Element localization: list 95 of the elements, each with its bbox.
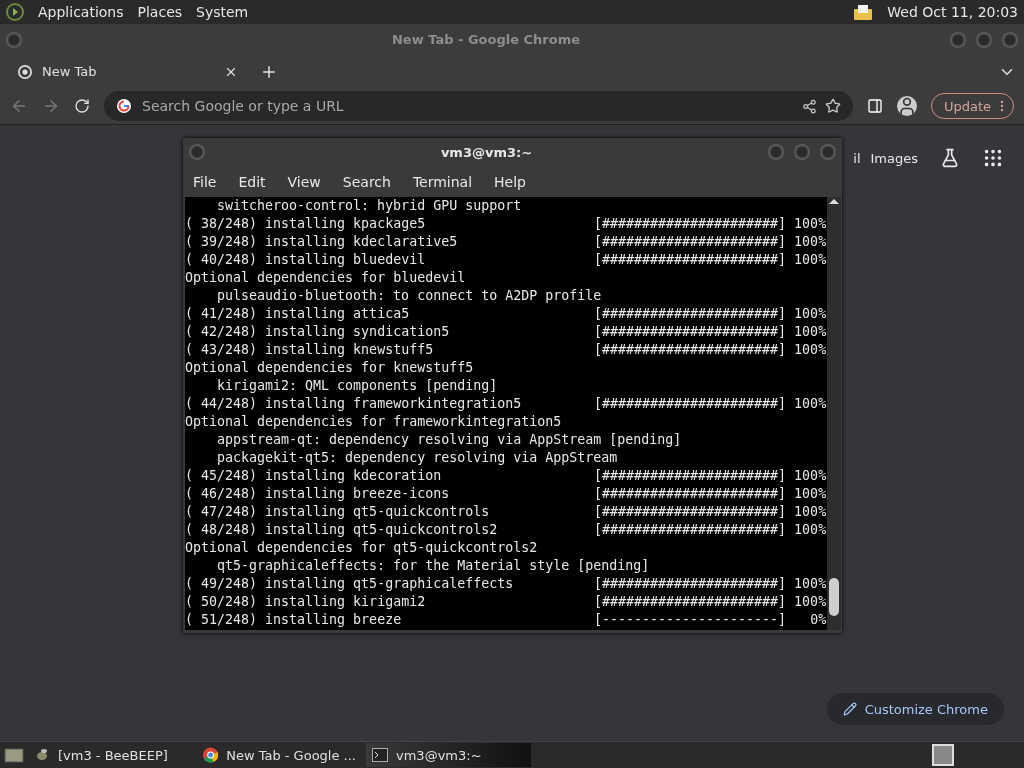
progress-bar-text: [######################] [594,341,787,359]
scroll-up-icon[interactable] [829,197,839,205]
window-title: vm3@vm3:~ [440,144,533,160]
share-icon[interactable] [801,98,817,114]
menu-item[interactable]: Search [342,173,391,190]
percent-text: 100% [793,485,827,503]
clock: Wed Oct 11, 20:03 [887,4,1018,20]
percent-text: 100% [793,341,827,359]
terminal-line: qt5-graphicaleffects: for the Material style [pending] [217,557,650,575]
terminal-icon [372,748,388,762]
taskbar-button[interactable]: vm3@vm3:~ [366,743,531,767]
progress-bar-text: [######################] [594,233,787,251]
percent-text: 100% [793,467,827,485]
address-input[interactable]: Search Google or type a URL [140,97,794,115]
terminal-line: Optional dependencies for bluedevil [185,269,466,287]
scrollbar-thumb[interactable] [829,578,839,616]
workspace-switcher[interactable] [932,744,954,766]
customize-chrome-button[interactable]: Customize Chrome [826,693,1004,725]
percent-text: 100% [793,251,827,269]
menu-item[interactable]: Edit [238,173,266,190]
terminal-line: ( 50/248) installing kirigami2 [185,593,427,611]
terminal-line: ( 43/248) installing knewstuff5 [185,341,435,359]
forward-icon[interactable] [42,97,60,115]
progress-bar-text: [######################] [594,305,787,323]
progress-bar-text: [######################] [594,593,787,611]
terminal-line: Optional dependencies for frameworkintegration5 [185,413,562,431]
progress-bar-text: [----------------------] [594,611,787,629]
apps-grid-icon[interactable] [982,147,1004,169]
window-title: New Tab - Google Chrome [391,32,581,47]
terminal-line: ( 47/248) installing qt5-quickcontrols [185,503,491,521]
percent-text: 100% [793,215,827,233]
terminal-line: packagekit-qt5: dependency resolving via AppStream [217,449,618,467]
progress-bar-text: [######################] [594,251,787,269]
progress-bar-text: [######################] [594,323,787,341]
taskbar-button[interactable]: New Tab - Google ... [197,743,362,767]
terminal-line: switcheroo-control: hybrid GPU support [217,197,522,215]
distro-logo-icon[interactable] [6,3,24,21]
percent-text: 100% [793,323,827,341]
progress-bar-text: [######################] [594,215,787,233]
percent-text: 100% [793,395,827,413]
menu-item[interactable]: Help [494,173,526,190]
progress-bar-text: [######################] [594,485,787,503]
percent-text: 100% [793,503,827,521]
terminal-line: kirigami2: QML components [pending] [217,377,498,395]
google-logo-icon [116,98,132,114]
mail-icon[interactable] [853,3,874,21]
menu-item[interactable]: Terminal [412,173,473,190]
chrome-logo-icon [203,747,219,763]
header-link[interactable]: il [853,150,861,166]
panel-menu[interactable]: Places [137,4,183,20]
address-bar[interactable]: Search Google or type a URL [104,91,853,121]
reload-icon[interactable] [74,98,90,114]
back-icon[interactable] [10,97,28,115]
chrome-logo-icon [18,64,32,79]
terminal-line: ( 48/248) installing qt5-quickcontrols2 [185,521,499,539]
percent-text: 100% [793,593,827,611]
menu-item[interactable]: File [193,173,217,190]
terminal-line: ( 51/248) installing breeze [185,611,403,629]
panel-menu[interactable]: System [196,4,249,20]
percent-text: 100% [793,521,827,539]
flask-icon[interactable] [940,148,960,168]
progress-bar-text: [######################] [594,575,787,593]
terminal-line: ( 40/248) installing bluedevil [185,251,427,269]
progress-bar-text: [######################] [594,467,787,485]
percent-text: 0% [809,611,827,629]
terminal-line: ( 38/248) installing kpackage5 [185,215,427,233]
terminal-line: ( 45/248) installing kdecoration [185,467,443,485]
progress-bar-text: [######################] [594,503,787,521]
terminal-line: ( 39/248) installing kdeclarative5 [185,233,459,251]
terminal-line: ( 49/248) installing qt5-graphicaleffects [185,575,515,593]
panel-menu[interactable]: Applications [38,4,124,20]
percent-text: 100% [793,305,827,323]
header-link[interactable]: Images [870,150,918,166]
percent-text: 100% [793,233,827,251]
terminal-line: pulseaudio-bluetooth: to connect to A2DP profile [217,287,602,305]
terminal-line: ( 42/248) installing syndication5 [185,323,451,341]
progress-bar-text: [######################] [594,521,787,539]
bookmark-star-icon[interactable] [824,98,841,114]
scrollbar[interactable] [827,197,841,630]
terminal-line: Optional dependencies for knewstuff5 [185,359,474,377]
bee-icon [34,747,50,763]
taskbar-button[interactable]: [vm3 - BeeBEEP] [28,743,193,767]
pencil-icon [842,702,857,716]
tab-title: New Tab [42,64,98,79]
profile-avatar-icon[interactable] [896,96,917,116]
terminal-line: ( 41/248) installing attica5 [185,305,411,323]
terminal-line: ( 44/248) installing frameworkintegration5 [185,395,523,413]
percent-text: 100% [793,575,827,593]
terminal-line: ( 46/248) installing breeze-icons [185,485,451,503]
side-panel-icon[interactable] [866,98,883,114]
terminal-line: Optional dependencies for qt5-quickcontrols2 [185,539,538,557]
progress-bar-text: [######################] [594,395,787,413]
terminal-line: appstream-qt: dependency resolving via AppStream [pending] [217,431,682,449]
menu-item[interactable]: View [287,173,321,190]
show-desktop-icon[interactable] [4,746,24,764]
